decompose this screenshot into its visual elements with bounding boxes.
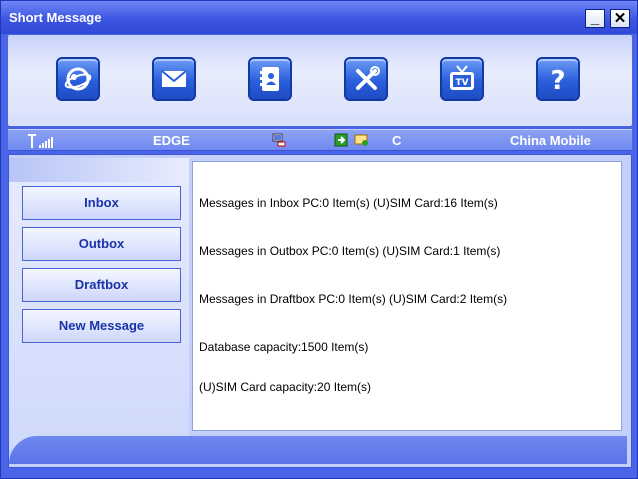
message-status-icon	[354, 134, 368, 146]
tv-icon: TV	[450, 65, 474, 90]
contacts-button[interactable]	[248, 57, 292, 101]
sim-capacity: (U)SIM Card capacity:20 Item(s)	[199, 380, 372, 394]
envelope-icon	[161, 70, 187, 87]
messages-button[interactable]	[152, 57, 196, 101]
window-title: Short Message	[9, 10, 102, 25]
status-bar: EDGE C China Mobile	[8, 129, 632, 151]
tv-label: TV	[455, 78, 468, 88]
address-book-icon	[260, 67, 279, 91]
network-type: EDGE	[153, 133, 190, 148]
toolbar: TV ?	[8, 35, 632, 126]
internet-globe-icon	[64, 67, 92, 91]
inbox-button[interactable]: Inbox	[22, 186, 181, 220]
minimize-button[interactable]: _	[585, 9, 605, 28]
draftbox-summary: Messages in Draftbox PC:0 Item(s) (U)SIM…	[199, 292, 508, 306]
help-button[interactable]: ?	[536, 57, 580, 101]
help-label: ?	[550, 66, 565, 94]
settings-button[interactable]	[344, 57, 388, 101]
outbox-summary: Messages in Outbox PC:0 Item(s) (U)SIM C…	[199, 244, 501, 258]
panel-footer	[9, 436, 627, 464]
database-capacity: Database capacity:1500 Item(s)	[199, 340, 369, 354]
close-button[interactable]: ✕	[610, 9, 630, 28]
draftbox-button[interactable]: Draftbox	[22, 268, 181, 302]
outbox-button[interactable]: Outbox	[22, 227, 181, 261]
navigation-panel-header	[9, 158, 189, 182]
inbox-summary: Messages in Inbox PC:0 Item(s) (U)SIM Ca…	[199, 196, 498, 210]
title-bar[interactable]: Short Message _ ✕	[1, 1, 637, 34]
signal-strength-icon	[28, 134, 53, 148]
operator-name: China Mobile	[510, 133, 591, 148]
computer-connection-icon	[272, 133, 286, 147]
connection-code: C	[392, 133, 402, 148]
data-transfer-icon	[334, 133, 348, 147]
tv-button[interactable]: TV	[440, 57, 484, 101]
new-message-button[interactable]: New Message	[22, 309, 181, 343]
help-icon: ?	[550, 66, 565, 94]
message-summary-panel: Messages in Inbox PC:0 Item(s) (U)SIM Ca…	[192, 161, 622, 431]
internet-button[interactable]	[56, 57, 100, 101]
tools-icon	[356, 66, 380, 90]
